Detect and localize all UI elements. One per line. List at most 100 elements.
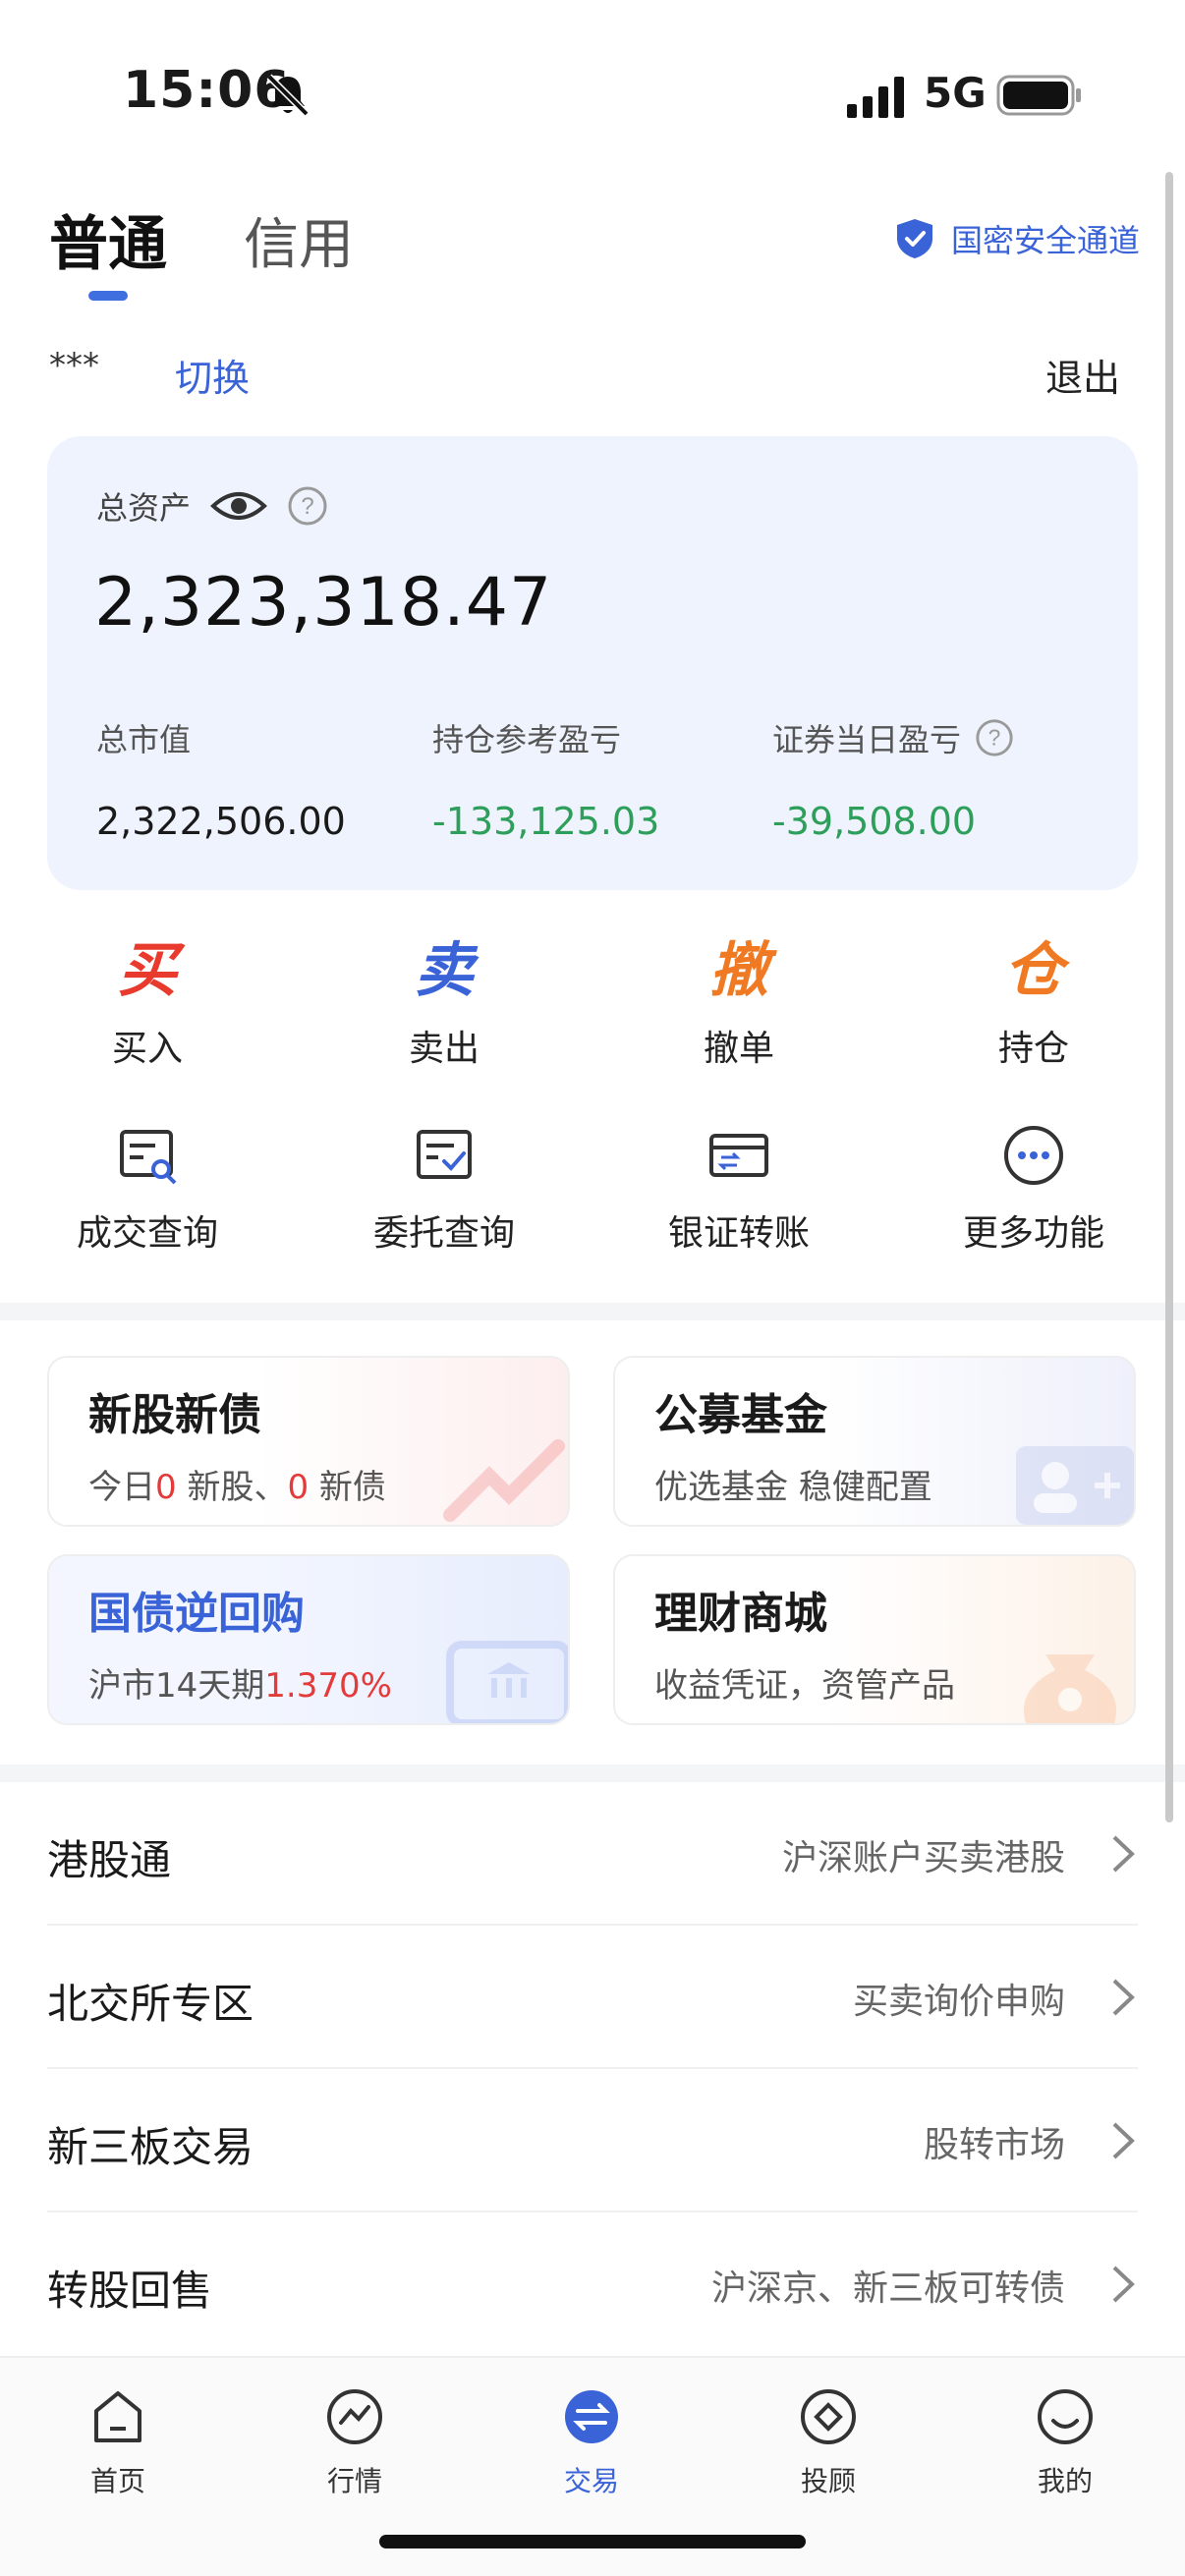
position-pnl-value: -133,125.03 bbox=[432, 800, 660, 843]
scrollbar[interactable] bbox=[1165, 172, 1173, 1822]
cancel-order-label: 撤单 bbox=[703, 1029, 774, 1069]
list-item-title: 新三板交易 bbox=[47, 2123, 254, 2171]
chevron-right-icon bbox=[1112, 2266, 1135, 2303]
market-value: 2,322,506.00 bbox=[96, 800, 346, 843]
trend-up-icon bbox=[443, 1439, 565, 1522]
positions-button[interactable]: 仓 持仓 bbox=[916, 933, 1152, 1071]
nav-profile-label: 我的 bbox=[1037, 2465, 1093, 2497]
nav-advisor[interactable]: 投顾 bbox=[730, 2387, 927, 2499]
bell-muted-icon bbox=[266, 74, 310, 117]
network-type: 5G bbox=[924, 69, 987, 117]
status-bar: 15:06 5G bbox=[0, 0, 1185, 147]
order-query-label: 委托查询 bbox=[372, 1213, 515, 1254]
ipo-bond-count: 0 bbox=[287, 1468, 310, 1507]
home-indicator bbox=[379, 2535, 806, 2548]
reverse-repo-card[interactable]: 国债逆回购 沪市14天期1.370% bbox=[47, 1554, 570, 1725]
total-asset-label: 总资产 bbox=[96, 489, 192, 527]
reverse-repo-title: 国债逆回购 bbox=[88, 1589, 305, 1639]
trade-query-button[interactable]: 成交查询 bbox=[29, 1118, 265, 1256]
bank-building-icon bbox=[446, 1641, 568, 1723]
list-item-hk-connect[interactable]: 港股通 沪深账户买卖港股 bbox=[47, 1782, 1138, 1926]
bank-transfer-label: 银证转账 bbox=[667, 1213, 810, 1254]
list-item-desc: 买卖询价申购 bbox=[852, 1982, 1065, 2022]
cancel-order-button[interactable]: 撤 撤单 bbox=[621, 933, 857, 1071]
more-functions-button[interactable]: 更多功能 bbox=[916, 1118, 1152, 1256]
position-pnl-stat: 持仓参考盈亏 -133,125.03 bbox=[432, 715, 659, 843]
market-icon bbox=[327, 2389, 382, 2444]
tab-normal[interactable]: 普通 bbox=[49, 196, 167, 282]
nav-trade[interactable]: 交易 bbox=[493, 2387, 690, 2499]
nav-advisor-label: 投顾 bbox=[800, 2465, 856, 2497]
reverse-repo-rate: 1.370% bbox=[264, 1666, 392, 1706]
reverse-repo-period: 沪市14天期 bbox=[88, 1666, 265, 1706]
nav-trade-label: 交易 bbox=[563, 2465, 619, 2497]
trade-query-icon bbox=[120, 1130, 177, 1185]
list-item-neeq-trading[interactable]: 新三板交易 股转市场 bbox=[47, 2069, 1138, 2212]
account-row: *** 切换 退出 bbox=[49, 334, 1140, 413]
ipo-bond-label: 新债 bbox=[309, 1468, 386, 1507]
sell-button[interactable]: 卖 卖出 bbox=[326, 933, 562, 1071]
account-type-tabs: 普通 信用 国密安全通道 bbox=[49, 196, 1140, 314]
nav-market[interactable]: 行情 bbox=[256, 2387, 453, 2499]
ipo-card[interactable]: 新股新债 今日0 新股、0 新债 bbox=[47, 1356, 570, 1527]
market-value-stat: 总市值 2,322,506.00 bbox=[96, 715, 346, 843]
ipo-stock-label: 新股、 bbox=[176, 1468, 288, 1507]
nav-market-label: 行情 bbox=[326, 2465, 382, 2497]
nav-profile[interactable]: 我的 bbox=[967, 2387, 1163, 2499]
positions-label: 持仓 bbox=[997, 1029, 1069, 1069]
advisor-icon bbox=[801, 2389, 856, 2444]
list-item-title: 转股回售 bbox=[47, 2267, 213, 2315]
list-item-bse-zone[interactable]: 北交所专区 买卖询价申购 bbox=[47, 1926, 1138, 2069]
daily-pnl-value: -39,508.00 bbox=[772, 800, 977, 843]
bank-transfer-icon bbox=[709, 1134, 768, 1177]
buy-button[interactable]: 买 买入 bbox=[29, 933, 265, 1071]
wealth-mall-card[interactable]: 理财商城 收益凭证，资管产品 bbox=[613, 1554, 1136, 1725]
logout-button[interactable]: 退出 bbox=[1045, 348, 1120, 402]
more-functions-label: 更多功能 bbox=[962, 1213, 1104, 1254]
list-item-desc: 沪深账户买卖港股 bbox=[781, 1838, 1065, 1878]
secure-channel-label: 国密安全通道 bbox=[950, 222, 1140, 259]
total-asset-value: 2,323,318.47 bbox=[94, 564, 553, 642]
help-icon[interactable]: ? bbox=[287, 485, 328, 527]
reverse-repo-subtitle: 沪市14天期1.370% bbox=[88, 1658, 392, 1707]
nav-home-label: 首页 bbox=[89, 2465, 145, 2497]
shield-icon bbox=[896, 219, 932, 258]
cancel-order-icon: 撤 bbox=[709, 936, 768, 1005]
tab-credit[interactable]: 信用 bbox=[244, 200, 354, 280]
nav-home[interactable]: 首页 bbox=[20, 2387, 216, 2499]
more-icon bbox=[1004, 1126, 1063, 1185]
user-add-icon bbox=[1016, 1446, 1134, 1525]
trade-icon bbox=[565, 2390, 618, 2443]
list-item-title: 港股通 bbox=[47, 1836, 172, 1884]
list-item-conversion-putback[interactable]: 转股回售 沪深京、新三板可转债 bbox=[47, 2212, 1138, 2356]
switch-account-button[interactable]: 切换 bbox=[175, 348, 250, 402]
positions-icon: 仓 bbox=[1004, 936, 1063, 1005]
list-item-title: 北交所专区 bbox=[47, 1980, 254, 2028]
ipo-title: 新股新债 bbox=[88, 1390, 261, 1440]
bank-transfer-button[interactable]: 银证转账 bbox=[621, 1118, 857, 1256]
public-fund-title: 公募基金 bbox=[654, 1390, 827, 1440]
wealth-mall-subtitle: 收益凭证，资管产品 bbox=[654, 1666, 955, 1706]
svg-text:?: ? bbox=[988, 725, 1001, 751]
active-tab-indicator bbox=[88, 291, 128, 301]
ipo-stock-count: 0 bbox=[155, 1468, 177, 1507]
secure-channel[interactable]: 国密安全通道 bbox=[894, 216, 1140, 261]
chevron-right-icon bbox=[1112, 2122, 1135, 2159]
ipo-prefix: 今日 bbox=[88, 1468, 155, 1507]
money-bag-icon bbox=[1024, 1654, 1116, 1723]
buy-label: 买入 bbox=[111, 1029, 183, 1069]
trade-query-label: 成交查询 bbox=[76, 1213, 218, 1254]
order-query-icon bbox=[417, 1130, 472, 1179]
list-item-desc: 股转市场 bbox=[923, 2125, 1065, 2165]
eye-icon[interactable] bbox=[210, 486, 267, 526]
profile-icon bbox=[1038, 2389, 1093, 2444]
daily-pnl-stat: 证券当日盈亏 ? -39,508.00 bbox=[772, 715, 1014, 843]
ipo-subtitle: 今日0 新股、0 新债 bbox=[88, 1460, 386, 1508]
list-item-desc: 沪深京、新三板可转债 bbox=[710, 2268, 1065, 2309]
daily-pnl-label: 证券当日盈亏 bbox=[772, 721, 962, 758]
public-fund-card[interactable]: 公募基金 优选基金 稳健配置 bbox=[613, 1356, 1136, 1527]
order-query-button[interactable]: 委托查询 bbox=[326, 1118, 562, 1256]
chevron-right-icon bbox=[1112, 1835, 1135, 1873]
help-icon[interactable]: ? bbox=[975, 718, 1014, 757]
section-divider bbox=[0, 1764, 1185, 1782]
